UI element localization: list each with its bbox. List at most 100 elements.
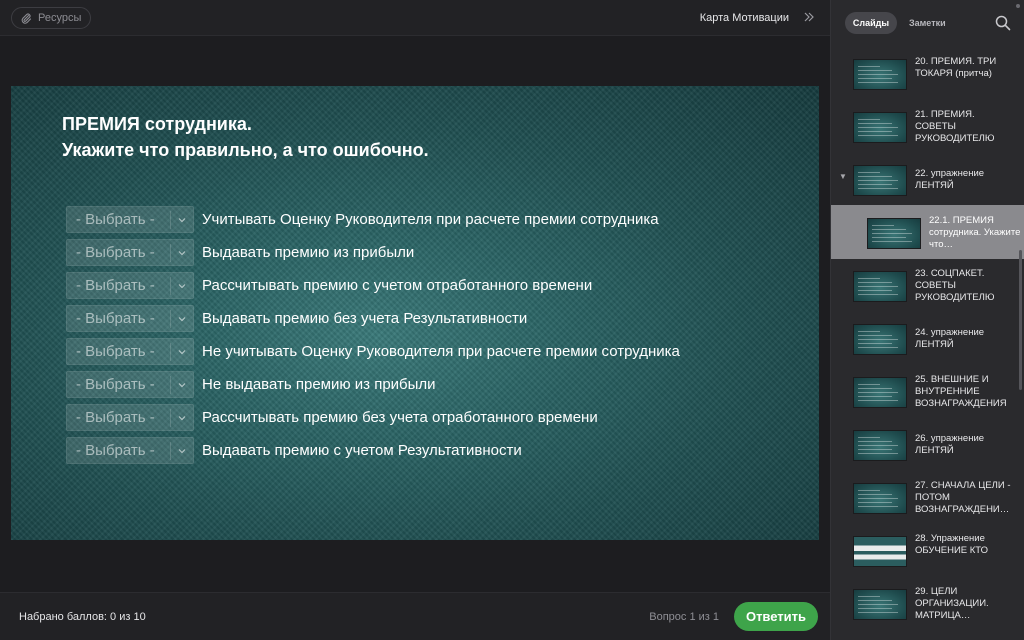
thumb-line [858, 384, 880, 385]
slide-thumbnail [867, 218, 921, 249]
question-row: - Выбрать - Не выдавать премию из прибыли [66, 371, 436, 398]
answer-dropdown[interactable]: - Выбрать - [66, 371, 194, 398]
thumb-line [858, 282, 892, 283]
answer-dropdown[interactable]: - Выбрать - [66, 404, 194, 431]
dropdown-value: - Выбрать - [76, 409, 155, 426]
answer-dropdown[interactable]: - Выбрать - [66, 305, 194, 332]
answer-dropdown[interactable]: - Выбрать - [66, 437, 194, 464]
slide-thumbnail [853, 377, 907, 408]
tab-notes[interactable]: Заметки [909, 12, 946, 34]
paperclip-icon [21, 13, 32, 24]
slide-item[interactable]: 27. СНАЧАЛА ЦЕЛИ - ПОТОМ ВОЗНАГРАЖДЕНИ… [831, 470, 1024, 524]
slide-item-label: 27. СНАЧАЛА ЦЕЛИ - ПОТОМ ВОЗНАГРАЖДЕНИ… [915, 480, 1011, 515]
double-chevron-right-icon[interactable] [802, 10, 816, 24]
chevron-down-icon [178, 317, 186, 322]
thumb-line [858, 184, 892, 185]
chevron-down-icon [178, 218, 186, 223]
slide-item[interactable]: 20. ПРЕМИЯ. ТРИ ТОКАРЯ (притча) [831, 46, 1024, 100]
dropdown-divider [170, 244, 171, 262]
resources-button[interactable]: Ресурсы [11, 7, 92, 29]
slide-title-line-2: Укажите что правильно, а что ошибочно. [62, 140, 429, 160]
thumb-line [858, 494, 892, 495]
thumb-line [858, 498, 898, 499]
thumb-line [858, 66, 880, 67]
thumb-line [872, 225, 894, 226]
thumb-line [872, 229, 906, 230]
tab-slides[interactable]: Слайды [845, 12, 897, 34]
search-icon[interactable] [995, 15, 1011, 31]
dropdown-value: - Выбрать - [76, 277, 155, 294]
thumb-line [858, 600, 892, 601]
dropdown-value: - Выбрать - [76, 343, 155, 360]
dropdown-divider [170, 343, 171, 361]
dropdown-divider [170, 211, 171, 229]
thumb-line [858, 604, 898, 605]
player-window: Ресурсы Карта Мотивации ПРЕМИЯ сотрудник… [0, 0, 1024, 640]
thumb-line [858, 123, 892, 124]
dropdown-divider [170, 442, 171, 460]
thumb-line [858, 449, 892, 450]
slide-item[interactable]: 21. ПРЕМИЯ. СОВЕТЫ РУКОВОДИТЕЛЮ [831, 99, 1024, 153]
question-row: - Выбрать - Учитывать Оценку Руководителя… [66, 206, 659, 233]
slide-item-label: 22. упражнение ЛЕНТЯЙ [915, 168, 985, 191]
slide-item-label: 23. СОЦПАКЕТ. СОВЕТЫ РУКОВОДИТЕЛЮ [915, 268, 995, 303]
chevron-down-icon [178, 251, 186, 256]
chevron-down-icon [178, 284, 186, 289]
thumb-line [858, 612, 898, 613]
statement-text: Выдавать премию без учета Результативнос… [202, 310, 528, 327]
slide-item[interactable]: 25. ВНЕШНИЕ И ВНУТРЕННИЕ ВОЗНАГРАЖДЕНИЯ [831, 364, 1024, 418]
expand-caret-icon[interactable]: ▼ [839, 173, 847, 181]
slide-item[interactable]: 23. СОЦПАКЕТ. СОВЕТЫ РУКОВОДИТЕЛЮ [831, 258, 1024, 312]
submit-button[interactable]: Ответить [734, 602, 818, 631]
thumb-line [858, 135, 898, 136]
slide-item-active[interactable]: 22.1. ПРЕМИЯ сотрудника. Укажите что… [831, 205, 1024, 259]
score-text: Набрано баллов: 0 из 10 [19, 611, 146, 623]
answer-dropdown[interactable]: - Выбрать - [66, 272, 194, 299]
statement-text: Выдавать премию с учетом Результативност… [202, 442, 522, 459]
dropdown-divider [170, 376, 171, 394]
answer-dropdown[interactable]: - Выбрать - [66, 239, 194, 266]
slide-stage: ПРЕМИЯ сотрудника. Укажите что правильно… [0, 36, 830, 592]
question-row: - Выбрать - Не учитывать Оценку Руководит… [66, 338, 680, 365]
question-row: - Выбрать - Выдавать премию с учетом Резу… [66, 437, 522, 464]
chevron-down-icon [178, 383, 186, 388]
slide-item[interactable]: 26. упражнение ЛЕНТЯЙ [831, 417, 1024, 471]
question-row: - Выбрать - Выдавать премию без учета Рез… [66, 305, 527, 332]
thumb-line [858, 490, 880, 491]
thumb-line [872, 233, 912, 234]
thumb-line [858, 278, 880, 279]
sidebar-scrollbar[interactable] [1019, 250, 1022, 390]
slide-item-label: 24. упражнение ЛЕНТЯЙ [915, 327, 985, 350]
slide-item[interactable]: 29. ЦЕЛИ ОРГАНИЗАЦИИ. МАТРИЦА… [831, 576, 1024, 630]
thumb-line [858, 78, 892, 79]
slide-item-label: 20. ПРЕМИЯ. ТРИ ТОКАРЯ (притча) [915, 56, 997, 79]
dropdown-value: - Выбрать - [76, 442, 155, 459]
thumb-line [858, 608, 892, 609]
answer-dropdown[interactable]: - Выбрать - [66, 338, 194, 365]
statement-text: Не учитывать Оценку Руководителя при рас… [202, 343, 680, 360]
dropdown-divider [170, 277, 171, 295]
chevron-down-icon [178, 416, 186, 421]
statement-text: Рассчитывать премию без учета отработанн… [202, 409, 598, 426]
slide-canvas: ПРЕМИЯ сотрудника. Укажите что правильно… [11, 86, 819, 540]
thumb-line [858, 437, 880, 438]
sidebar-tabs: Слайды Заметки [831, 0, 1024, 46]
thumb-line [858, 343, 892, 344]
sidebar: Слайды Заметки 20. ПРЕМИЯ. ТРИ ТОКАРЯ (п… [830, 0, 1024, 640]
slide-item[interactable]: 28. Упражнение ОБУЧЕНИЕ КТО [831, 523, 1024, 577]
statement-text: Выдавать премию из прибыли [202, 244, 415, 261]
slide-list: 20. ПРЕМИЯ. ТРИ ТОКАРЯ (притча) 21. ПРЕМИ… [831, 46, 1024, 640]
slide-thumbnail [853, 271, 907, 302]
slide-item[interactable]: ▼ 22. упражнение ЛЕНТЯЙ [831, 152, 1024, 206]
slide-item-label: 28. Упражнение ОБУЧЕНИЕ КТО [915, 533, 989, 556]
thumb-line [858, 445, 898, 446]
thumb-line [858, 396, 892, 397]
answer-dropdown[interactable]: - Выбрать - [66, 206, 194, 233]
slide-thumbnail [853, 536, 907, 567]
dropdown-value: - Выбрать - [76, 244, 155, 261]
dropdown-divider [170, 409, 171, 427]
slide-title: ПРЕМИЯ сотрудника. Укажите что правильно… [62, 111, 429, 163]
resources-label: Ресурсы [38, 12, 82, 24]
thumb-line [858, 347, 898, 348]
slide-item[interactable]: 24. упражнение ЛЕНТЯЙ [831, 311, 1024, 365]
